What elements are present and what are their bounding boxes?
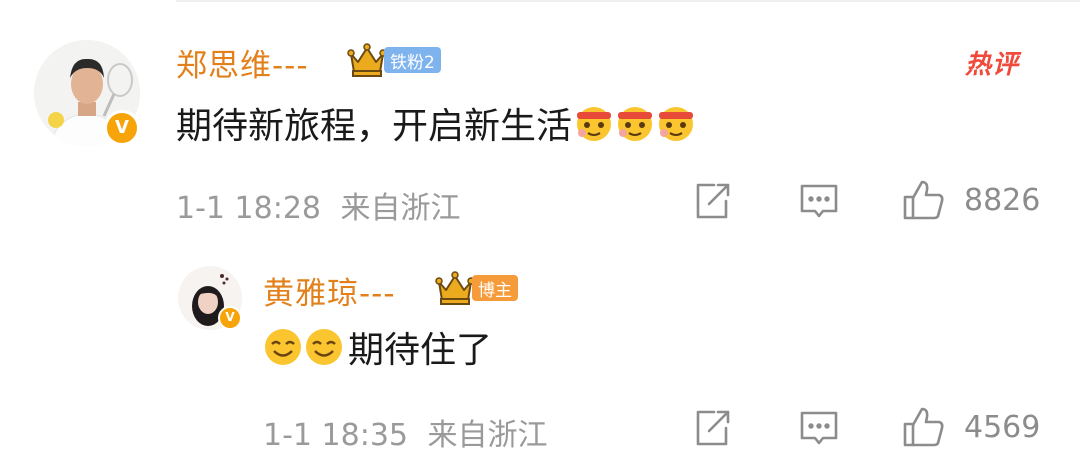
reply-username[interactable]: 黄雅琼---: [263, 268, 396, 313]
comment-text: 期待新旅程，开启新生活: [176, 98, 697, 148]
sweat-headband-emoji: [577, 107, 612, 141]
reply-location: 来自浙江: [427, 418, 548, 453]
divider: [176, 0, 1080, 2]
like-count: 8826: [964, 183, 1041, 218]
crown-icon: [347, 42, 387, 82]
smile-emoji: [265, 329, 301, 365]
share-icon[interactable]: [692, 181, 732, 225]
comment-location: 来自浙江: [340, 191, 461, 226]
comment-icon[interactable]: [799, 409, 839, 453]
reply-body: 期待住了: [348, 330, 493, 371]
reply-avatar[interactable]: V: [178, 266, 242, 330]
reply-time: 1-1 18:35: [263, 418, 408, 453]
blogger-badge: 博主: [472, 275, 518, 301]
avatar[interactable]: V: [34, 40, 140, 146]
comment-time: 1-1 18:28: [176, 191, 321, 226]
sweat-headband-emoji: [659, 107, 694, 141]
comment-username[interactable]: 郑思维---: [176, 40, 309, 85]
comment-meta: 1-1 18:28 来自浙江: [176, 183, 461, 227]
verified-v-icon: V: [218, 306, 242, 330]
hot-comment-tag: 热评: [965, 50, 1020, 80]
like-icon[interactable]: [902, 405, 946, 453]
reply-text: 期待住了: [263, 321, 492, 373]
reply-meta: 1-1 18:35 来自浙江: [263, 410, 548, 454]
smile-emoji: [306, 329, 342, 365]
comment-body: 期待新旅程，开启新生活: [176, 106, 573, 147]
sweat-headband-emoji: [618, 107, 653, 141]
verified-v-icon: V: [104, 110, 140, 146]
fan-level-badge: 铁粉2: [384, 47, 441, 73]
reply-like-count: 4569: [964, 410, 1041, 445]
share-icon[interactable]: [692, 408, 732, 452]
like-icon[interactable]: [902, 178, 946, 226]
comment-icon[interactable]: [799, 182, 839, 226]
crown-icon: [435, 270, 475, 310]
